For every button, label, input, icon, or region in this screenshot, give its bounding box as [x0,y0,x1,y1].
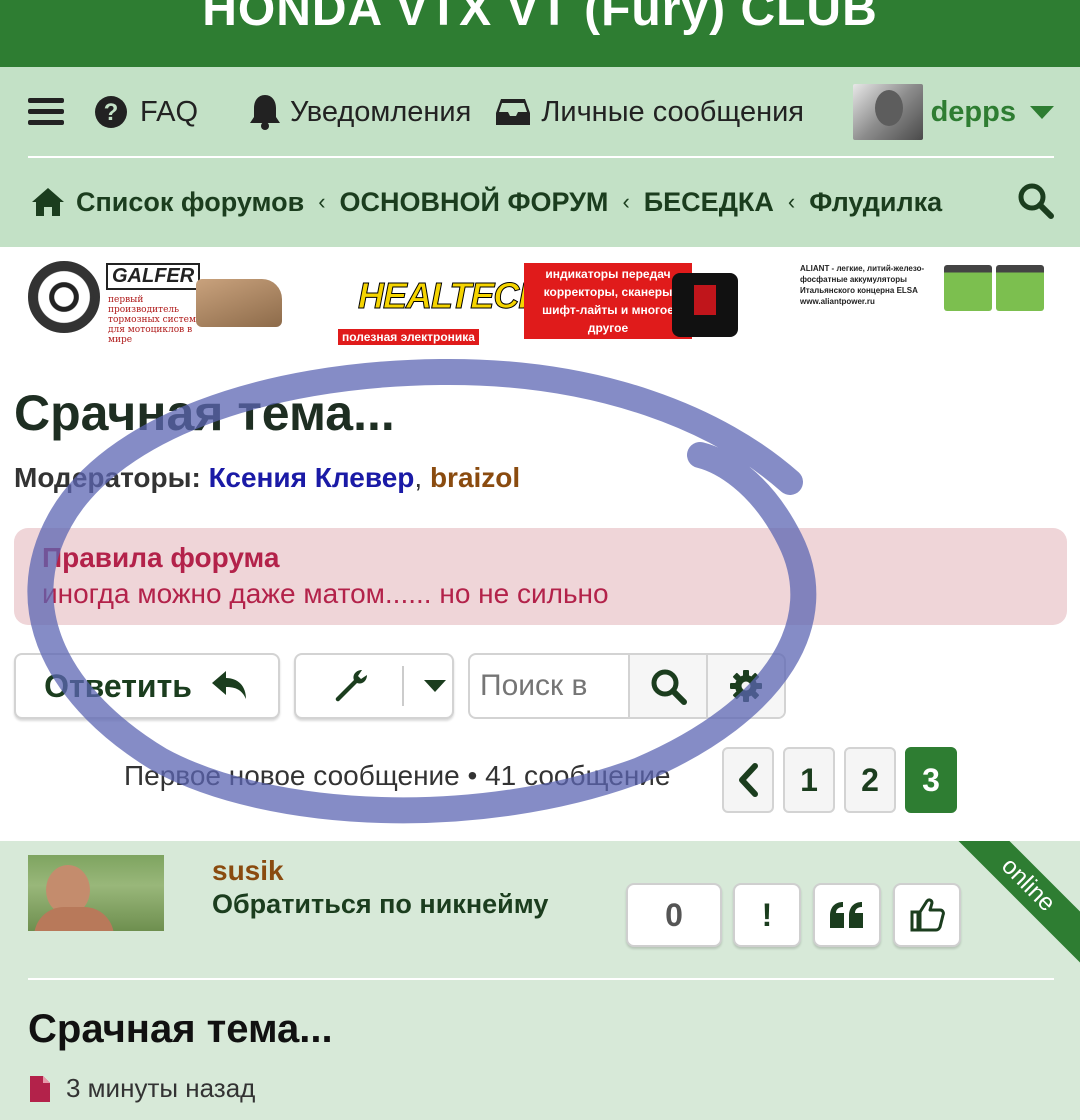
forum-rules: Правила форума иногда можно даже матом..… [14,528,1067,625]
page-button[interactable]: 2 [844,747,896,813]
report-button[interactable]: ! [733,883,801,947]
rules-text: иногда можно даже матом...... но не силь… [42,578,609,609]
faq-link[interactable]: ? FAQ [94,95,198,129]
healtech-subtitle: полезная электроника [338,329,479,345]
site-header: HONDA VTX VT (Fury) CLUB [0,0,1080,67]
search-icon [1018,183,1054,219]
bell-icon [250,95,281,130]
breadcrumb-home[interactable]: Список форумов [30,186,304,218]
search-button[interactable] [1016,181,1054,224]
reply-icon [211,671,246,699]
thread-tools-button[interactable] [294,653,454,719]
inbox-icon [496,99,531,125]
username: depps [930,95,1016,128]
reputation-count: 0 [626,883,722,947]
battery-icon [944,265,992,311]
search-input[interactable] [470,655,628,717]
moderator-separator: , [414,462,423,493]
messages-label: Личные сообщения [541,95,805,128]
breadcrumb-separator: ‹ [622,189,630,214]
chevron-left-icon [739,763,758,797]
mention-link[interactable]: Обратиться по никнейму [212,889,548,920]
post-divider [28,978,1054,980]
reply-button[interactable]: Ответить [14,653,280,719]
moderators: Модераторы: Ксения Клевер, braizol [14,462,520,494]
post-timestamp[interactable]: 3 минуты назад [28,1073,255,1104]
battery-icon [996,265,1044,311]
moderators-label: Модераторы: [14,462,201,493]
caret-down-icon [424,680,446,692]
nav-row: ? FAQ Уведомления Личные сообщения depps [28,67,1054,157]
home-icon [32,188,64,216]
search-icon [651,669,687,705]
wrench-icon [335,670,367,702]
button-divider [402,666,404,706]
rules-title: Правила форума [42,542,280,573]
gear-icon [730,670,762,702]
post-time-label: 3 минуты назад [66,1073,256,1103]
site-title[interactable]: HONDA VTX VT (Fury) CLUB [0,0,1080,37]
moderator-link[interactable]: braizol [430,462,520,493]
post: susik Обратиться по никнейму 0 ! online … [0,841,1080,1120]
breadcrumb-item[interactable]: Флудилка [809,187,942,218]
pagination-info: Первое новое сообщение • 41 сообщение [124,760,671,791]
healtech-promo: индикаторы передач корректоры, сканеры ш… [524,263,692,339]
brake-disc-icon [28,261,100,333]
hamburger-icon [28,98,64,125]
breadcrumb: Список форумов ‹ ОСНОВНОЙ ФОРУМ ‹ БЕСЕДК… [30,157,1054,247]
notifications-link[interactable]: Уведомления [248,93,471,131]
svg-text:?: ? [104,99,119,126]
page-title: Срачная тема... [14,385,395,441]
advanced-search-button[interactable] [706,655,784,717]
thread-search [468,653,786,719]
reply-label: Ответить [44,667,192,704]
breadcrumb-separator: ‹ [318,189,326,214]
question-circle-icon: ? [95,96,127,128]
breadcrumb-item[interactable]: ОСНОВНОЙ ФОРУМ [340,187,609,218]
moderator-link[interactable]: Ксения Клевер [209,462,415,493]
faq-label: FAQ [140,95,199,128]
chevron-down-icon [1030,105,1054,119]
status-badge: online [944,841,1080,969]
post-title[interactable]: Срачная тема... [28,1007,333,1052]
banner-strip: GALFER первый производитель тормозных си… [0,247,1080,355]
aliant-text: ALIANT - легкие, литий-железо-фосфатные … [800,264,925,306]
galfer-tagline: первый производитель тормозных систем дл… [108,295,196,345]
notifications-label: Уведомления [290,95,472,128]
breadcrumb-item[interactable]: БЕСЕДКА [644,187,774,218]
file-icon [30,1075,50,1102]
thumbs-up-icon [910,898,945,932]
healtech-banner[interactable]: HEALTECH полезная электроника индикаторы… [338,263,738,353]
galfer-banner[interactable]: GALFER первый производитель тормозных си… [28,261,286,345]
page-button-current[interactable]: 3 [905,747,957,813]
like-button[interactable] [893,883,961,947]
breadcrumb-home-label: Список форумов [76,186,305,217]
quote-icon [830,902,863,928]
avatar [852,84,923,140]
breadcrumb-separator: ‹ [787,189,796,214]
brake-pad-icon [196,279,282,327]
post-author[interactable]: susik [212,855,284,887]
search-submit-button[interactable] [628,655,706,717]
galfer-brand: GALFER [106,263,201,290]
navbar: ? FAQ Уведомления Личные сообщения depps… [0,67,1080,247]
healtech-logo: HEALTECH [357,275,544,317]
prev-page-button[interactable] [722,747,774,813]
page: HONDA VTX VT (Fury) CLUB ? FAQ Уведомлен… [0,0,1080,1120]
avatar[interactable] [28,855,164,931]
menu-button[interactable] [28,96,64,128]
page-button[interactable]: 1 [783,747,835,813]
messages-link[interactable]: Личные сообщения [495,96,804,129]
user-menu[interactable]: depps [852,84,1054,140]
quote-button[interactable] [813,883,881,947]
aliant-banner[interactable]: ALIANT - легкие, литий-железо-фосфатные … [800,263,1050,333]
gear-indicator-icon [672,273,738,337]
